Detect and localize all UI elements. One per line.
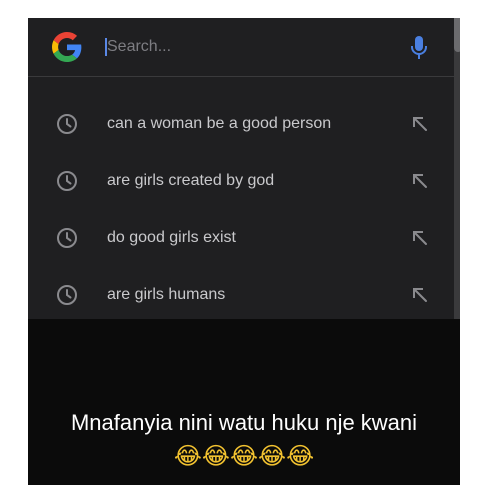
history-clock-icon xyxy=(57,285,77,305)
suggestion-item[interactable]: are girls humans xyxy=(28,268,460,324)
suggestion-text: are girls humans xyxy=(107,286,226,303)
laughing-emoji-row: 😂😂😂😂😂 xyxy=(173,442,315,470)
search-panel: can a woman be a good person are girls c… xyxy=(28,18,460,319)
meme-caption: Mnafanyia nini watu huku nje kwani xyxy=(70,410,418,435)
fill-query-arrow-icon[interactable] xyxy=(410,171,430,191)
suggestion-item[interactable]: are girls created by god xyxy=(28,154,460,210)
screenshot-frame: can a woman be a good person are girls c… xyxy=(28,18,460,485)
suggestion-item[interactable]: do good girls exist xyxy=(28,211,460,267)
suggestion-item[interactable]: can a woman be a good person xyxy=(28,97,460,153)
fill-query-arrow-icon[interactable] xyxy=(410,228,430,248)
search-bar[interactable] xyxy=(28,18,460,77)
suggestion-text: are girls created by god xyxy=(107,172,275,189)
history-clock-icon xyxy=(57,228,77,248)
suggestion-text: can a woman be a good person xyxy=(107,115,332,132)
history-clock-icon xyxy=(57,171,77,191)
history-clock-icon xyxy=(57,114,77,134)
google-logo-icon[interactable] xyxy=(52,32,82,62)
search-input[interactable] xyxy=(107,36,387,58)
microphone-icon[interactable] xyxy=(409,35,429,61)
fill-query-arrow-icon[interactable] xyxy=(410,285,430,305)
suggestion-text: do good girls exist xyxy=(107,229,236,246)
fill-query-arrow-icon[interactable] xyxy=(410,114,430,134)
